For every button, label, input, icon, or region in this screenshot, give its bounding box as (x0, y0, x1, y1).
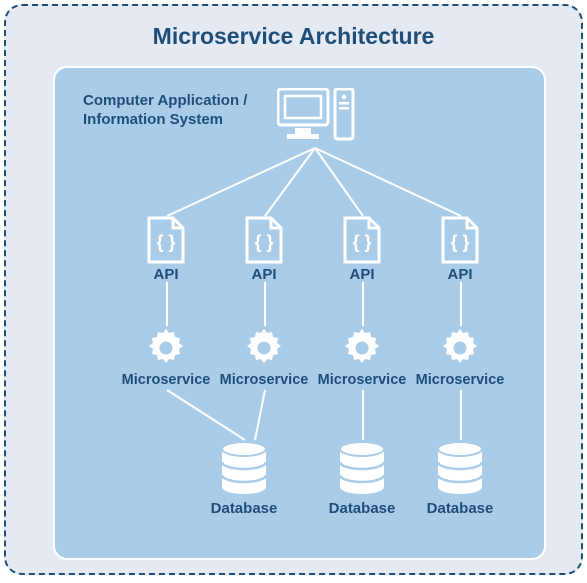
api-node-2: { } API (215, 216, 313, 283)
svg-text:{ }: { } (352, 232, 371, 252)
microservice-node-3: Microservice (313, 326, 411, 388)
svg-text:{ }: { } (450, 232, 469, 252)
microservice-label: Microservice (313, 372, 411, 388)
diagram-inner-box: Computer Application / Information Syste… (53, 66, 546, 560)
api-label: API (215, 266, 313, 283)
api-label: API (117, 266, 215, 283)
gear-icon (438, 326, 482, 370)
database-node-1: Database (195, 440, 293, 517)
microservice-label: Microservice (215, 372, 313, 388)
microservice-node-1: Microservice (117, 326, 215, 388)
database-node-3: Database (411, 440, 509, 517)
api-file-icon: { } (145, 216, 187, 264)
api-file-icon: { } (243, 216, 285, 264)
database-icon (218, 440, 270, 498)
svg-text:{ }: { } (254, 232, 273, 252)
database-node-2: Database (313, 440, 411, 517)
gear-icon (340, 326, 384, 370)
database-icon (336, 440, 388, 498)
diagram-title: Microservice Architecture (6, 6, 581, 50)
api-node-3: { } API (313, 216, 411, 283)
svg-text:{ }: { } (156, 232, 175, 252)
gear-icon (144, 326, 188, 370)
api-label: API (313, 266, 411, 283)
microservice-node-2: Microservice (215, 326, 313, 388)
gear-icon (242, 326, 286, 370)
database-label: Database (195, 500, 293, 517)
database-label: Database (411, 500, 509, 517)
api-file-icon: { } (439, 216, 481, 264)
database-icon (434, 440, 486, 498)
api-file-icon: { } (341, 216, 383, 264)
microservice-label: Microservice (117, 372, 215, 388)
microservice-node-4: Microservice (411, 326, 509, 388)
api-node-1: { } API (117, 216, 215, 283)
diagram-outer-box: Microservice Architecture Computer Appli… (4, 4, 583, 575)
database-label: Database (313, 500, 411, 517)
api-label: API (411, 266, 509, 283)
microservice-label: Microservice (411, 372, 509, 388)
api-node-4: { } API (411, 216, 509, 283)
